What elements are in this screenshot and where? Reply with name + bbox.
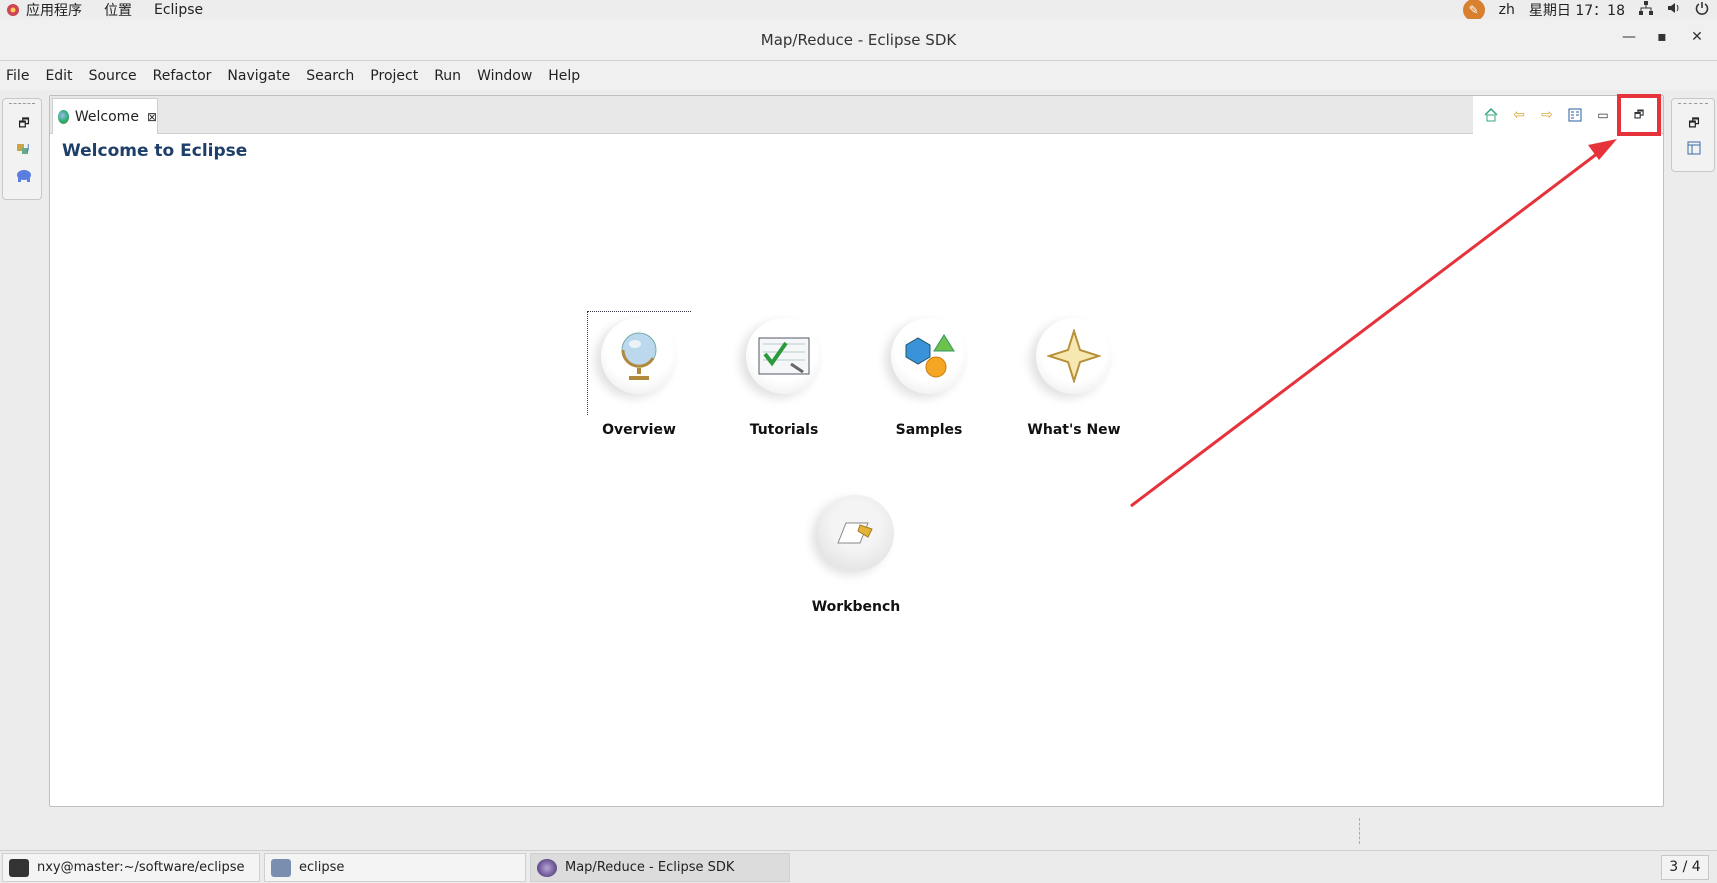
welcome-toolbar: ⇦ ⇨ ▭ 🗗 bbox=[1473, 94, 1661, 136]
taskbar-item-label: eclipse bbox=[299, 860, 345, 875]
input-method-label[interactable]: zh bbox=[1499, 2, 1515, 18]
menu-navigate[interactable]: Navigate bbox=[227, 68, 290, 84]
taskbar-item-label: nxy@master:~/software/eclipse bbox=[37, 860, 245, 875]
page-title: Welcome to Eclipse bbox=[62, 141, 248, 161]
overview-label: Overview bbox=[602, 422, 676, 438]
menu-search[interactable]: Search bbox=[306, 68, 354, 84]
menu-window[interactable]: Window bbox=[477, 68, 532, 84]
tab-label: Welcome bbox=[74, 108, 139, 125]
window-title-bar[interactable]: Map/Reduce - Eclipse SDK — ▪ ✕ bbox=[0, 19, 1717, 61]
volume-icon[interactable] bbox=[1667, 1, 1681, 19]
input-method-icon[interactable]: ✎ bbox=[1462, 0, 1485, 21]
power-icon[interactable] bbox=[1695, 1, 1709, 19]
workbench-launcher[interactable]: Workbench bbox=[781, 495, 931, 615]
minimize-icon[interactable]: ▭ bbox=[1589, 101, 1617, 129]
globe-icon bbox=[601, 318, 677, 394]
restore-icon[interactable]: 🗗 bbox=[1617, 94, 1661, 136]
overview-launcher[interactable]: Overview bbox=[564, 318, 714, 438]
workbench-label: Workbench bbox=[811, 599, 901, 615]
welcome-editor: Welcome ⊠ ⇦ ⇨ ▭ 🗗 Welcome to Eclipse bbox=[49, 94, 1664, 807]
menu-help[interactable]: Help bbox=[548, 68, 580, 84]
window-maximize-icon[interactable]: ▪ bbox=[1652, 29, 1672, 49]
menu-run[interactable]: Run bbox=[434, 68, 461, 84]
samples-label: Samples bbox=[895, 422, 963, 438]
restore-icon[interactable]: 🗗 bbox=[15, 115, 33, 131]
menu-file[interactable]: File bbox=[6, 68, 29, 84]
whats-new-label: What's New bbox=[1027, 422, 1121, 438]
applications-menu[interactable]: 应用程序 bbox=[26, 0, 82, 20]
eclipse-icon bbox=[537, 858, 557, 877]
welcome-tab-icon bbox=[58, 109, 69, 124]
samples-launcher[interactable]: Samples bbox=[854, 318, 1004, 438]
shapes-icon bbox=[891, 318, 967, 394]
home-icon[interactable] bbox=[1477, 101, 1505, 129]
back-arrow-icon[interactable]: ⇦ bbox=[1505, 101, 1533, 129]
tutorials-launcher[interactable]: Tutorials bbox=[709, 318, 859, 438]
forward-arrow-icon[interactable]: ⇨ bbox=[1533, 101, 1561, 129]
left-trim-stack: 🗗 J bbox=[2, 98, 42, 200]
terminal-icon bbox=[9, 858, 29, 877]
star-icon bbox=[1036, 318, 1112, 394]
file-manager-icon bbox=[271, 858, 291, 877]
checklist-icon bbox=[746, 318, 822, 394]
menu-edit[interactable]: Edit bbox=[45, 68, 72, 84]
customize-page-icon[interactable] bbox=[1561, 101, 1589, 129]
network-icon[interactable] bbox=[1639, 0, 1653, 19]
tab-welcome[interactable]: Welcome ⊠ bbox=[52, 98, 158, 134]
right-trim-stack: 🗗 bbox=[1671, 98, 1715, 172]
menu-refactor[interactable]: Refactor bbox=[153, 68, 212, 84]
restore-icon[interactable]: 🗗 bbox=[1685, 115, 1703, 131]
package-explorer-icon[interactable]: J bbox=[15, 141, 33, 157]
taskbar-item-eclipse-sdk[interactable]: Map/Reduce - Eclipse SDK bbox=[530, 853, 790, 882]
menu-source[interactable]: Source bbox=[89, 68, 137, 84]
editor-tab-strip: Welcome ⊠ ⇦ ⇨ ▭ 🗗 bbox=[50, 94, 1663, 136]
window-minimize-icon[interactable]: — bbox=[1619, 29, 1639, 49]
tutorials-label: Tutorials bbox=[749, 422, 819, 438]
places-menu[interactable]: 位置 bbox=[104, 0, 132, 20]
whats-new-launcher[interactable]: What's New bbox=[999, 318, 1149, 438]
workbench-icon bbox=[818, 495, 894, 571]
taskbar-item-eclipse-folder[interactable]: eclipse bbox=[264, 853, 526, 882]
taskbar: nxy@master:~/software/eclipse eclipse Ma… bbox=[0, 850, 1717, 883]
clock[interactable]: 星期日 17：18 bbox=[1529, 0, 1625, 20]
close-icon[interactable]: ⊠ bbox=[147, 110, 157, 124]
window-title: Map/Reduce - Eclipse SDK bbox=[760, 31, 957, 49]
status-divider bbox=[1359, 818, 1360, 844]
workspace-switcher[interactable]: 3 / 4 bbox=[1661, 855, 1709, 880]
menu-project[interactable]: Project bbox=[370, 68, 418, 84]
taskbar-item-terminal[interactable]: nxy@master:~/software/eclipse bbox=[2, 853, 260, 882]
menu-bar: File Edit Source Refactor Navigate Searc… bbox=[0, 61, 1717, 90]
system-top-bar: 应用程序 位置 Eclipse ✎ zh 星期日 17：18 bbox=[0, 0, 1717, 21]
hadoop-elephant-icon[interactable] bbox=[15, 167, 33, 183]
window-close-icon[interactable]: ✕ bbox=[1687, 29, 1707, 49]
task-list-icon[interactable] bbox=[1685, 141, 1703, 157]
applications-icon bbox=[6, 3, 20, 17]
app-menu[interactable]: Eclipse bbox=[154, 2, 203, 18]
svg-text:J: J bbox=[26, 143, 29, 152]
taskbar-item-label: Map/Reduce - Eclipse SDK bbox=[565, 860, 735, 875]
